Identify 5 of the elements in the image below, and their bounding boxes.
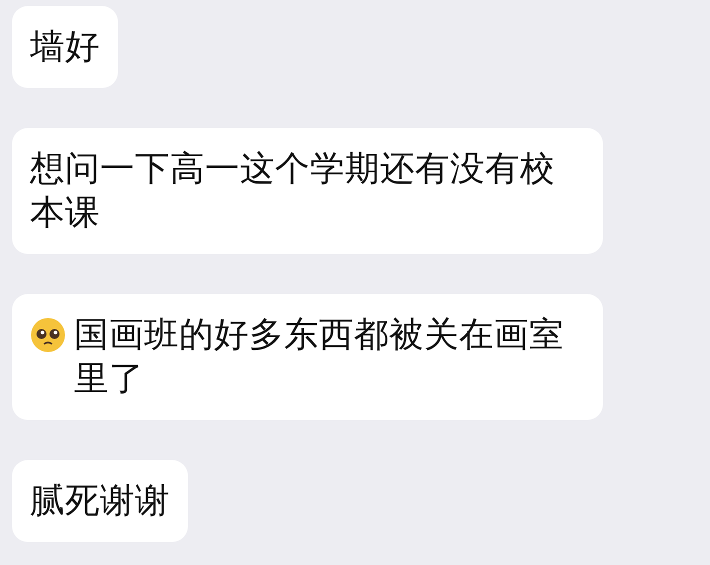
message-text: 想问一下高一这个学期还有没有校本课 [30,148,556,235]
message-text: 墙好 [30,26,100,69]
message-text: 腻死谢谢 [30,480,170,523]
message-text: 国画班的好多东西都被关在画室里了 [74,314,565,401]
pleading-emoji-icon [30,317,66,353]
